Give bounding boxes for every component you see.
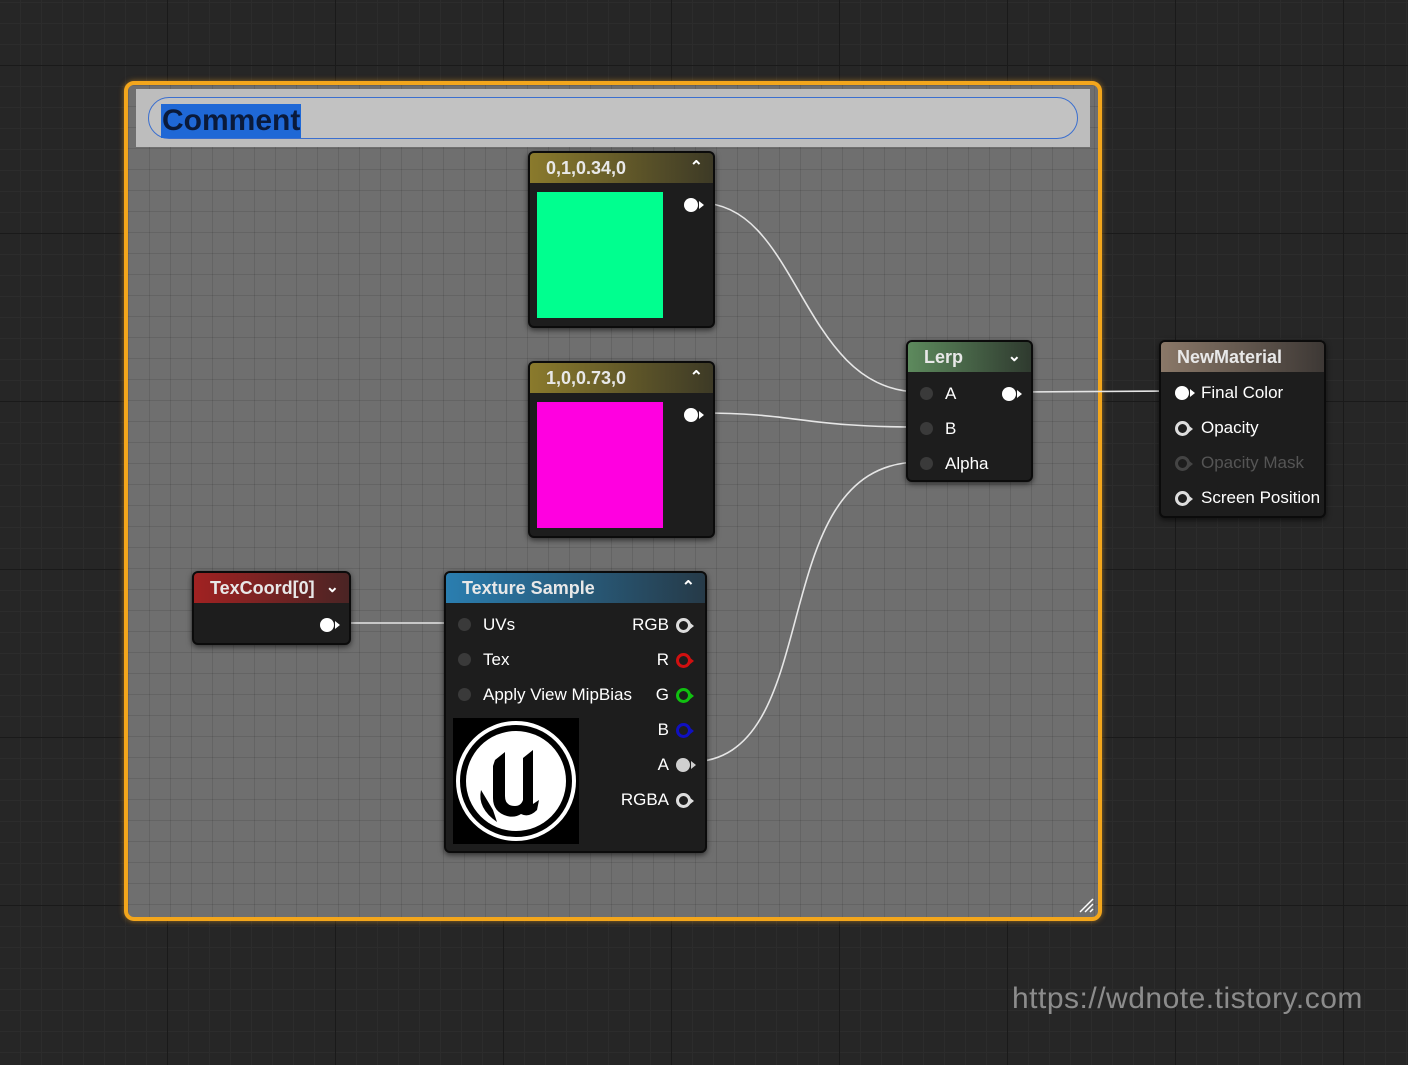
node-header[interactable]: Lerp ⌄ (908, 342, 1031, 372)
node-header[interactable]: TexCoord[0] ⌄ (194, 573, 349, 603)
input-pin-screen-position[interactable] (1175, 491, 1193, 506)
output-label-rgba: RGBA (620, 790, 669, 809)
output-pin[interactable] (1002, 387, 1022, 401)
input-label-apply-view-mipbias: Apply View MipBias (483, 685, 632, 704)
color-preview-swatch (537, 402, 663, 528)
input-label-alpha: Alpha (945, 454, 989, 473)
node-title: Texture Sample (462, 578, 595, 598)
watermark-url: https://wdnote.tistory.com (1012, 982, 1363, 1015)
output-label-r: R (656, 650, 669, 669)
node-title: NewMaterial (1177, 347, 1283, 367)
output-label-b: B (657, 720, 669, 739)
lerp-node[interactable]: Lerp ⌄ A B Alpha (906, 340, 1033, 482)
output-label-a: A (657, 755, 669, 774)
output-pin[interactable] (320, 618, 340, 632)
chevron-up-icon[interactable]: ⌃ (690, 153, 703, 183)
node-title: 1,0,0.73,0 (546, 368, 627, 388)
node-title: 0,1,0.34,0 (546, 158, 627, 178)
output-pin-rgb[interactable] (676, 618, 694, 633)
output-pin[interactable] (684, 408, 704, 422)
chevron-up-icon[interactable]: ⌃ (690, 363, 703, 393)
chevron-up-icon[interactable]: ⌃ (682, 573, 695, 603)
wire-texture-alpha-to-lerp-alpha (689, 461, 921, 763)
input-pin-alpha[interactable] (920, 457, 933, 470)
unreal-logo-icon (456, 721, 576, 841)
input-label-opacity-mask: Opacity Mask (1201, 453, 1304, 472)
color-preview-swatch (537, 192, 663, 318)
input-label-uvs: UVs (483, 615, 516, 634)
texture-sample-node[interactable]: Texture Sample ⌃ UVs Tex Apply View MipB… (444, 571, 707, 853)
output-pin-r[interactable] (676, 653, 694, 668)
output-pin-a[interactable] (676, 758, 696, 772)
input-pin-uvs[interactable] (458, 618, 471, 631)
input-label-opacity: Opacity (1201, 418, 1259, 437)
input-label-tex: Tex (483, 650, 510, 669)
wire-magenta-to-lerp-b (699, 412, 921, 428)
node-header[interactable]: 1,0,0.73,0 ⌃ (530, 363, 713, 393)
wire-green-to-lerp-a (699, 202, 921, 393)
output-pin-b[interactable] (676, 723, 694, 738)
input-pin-a[interactable] (920, 387, 933, 400)
output-pin-g[interactable] (676, 688, 694, 703)
input-pin-apply-view-mipbias[interactable] (458, 688, 471, 701)
texcoord-node[interactable]: TexCoord[0] ⌄ (192, 571, 351, 645)
node-title: TexCoord[0] (210, 578, 315, 598)
material-result-node[interactable]: NewMaterial Final Color Opacity Opacity … (1159, 340, 1326, 518)
chevron-down-icon[interactable]: ⌄ (326, 573, 339, 603)
texture-preview (453, 718, 579, 844)
input-pin-opacity-mask (1175, 456, 1193, 471)
input-label-a: A (945, 384, 957, 403)
input-label-screen-position: Screen Position (1201, 488, 1321, 507)
constant-vector-node-green[interactable]: 0,1,0.34,0 ⌃ (528, 151, 715, 328)
input-label-final-color: Final Color (1201, 383, 1284, 402)
wire-lerp-to-final-color (1017, 390, 1176, 393)
output-pin[interactable] (684, 198, 704, 212)
input-label-b: B (945, 419, 957, 438)
node-header[interactable]: Texture Sample ⌃ (446, 573, 705, 603)
constant-vector-node-magenta[interactable]: 1,0,0.73,0 ⌃ (528, 361, 715, 538)
output-pin-rgba[interactable] (676, 793, 694, 808)
output-label-g: G (655, 685, 669, 704)
node-header[interactable]: 0,1,0.34,0 ⌃ (530, 153, 713, 183)
input-pin-final-color[interactable] (1175, 386, 1195, 400)
chevron-down-icon[interactable]: ⌄ (1008, 342, 1021, 372)
input-pin-opacity[interactable] (1175, 421, 1193, 436)
output-label-rgb: RGB (632, 615, 669, 634)
input-pin-tex[interactable] (458, 653, 471, 666)
node-header[interactable]: NewMaterial (1161, 342, 1324, 372)
node-title: Lerp (924, 347, 964, 367)
input-pin-b[interactable] (920, 422, 933, 435)
